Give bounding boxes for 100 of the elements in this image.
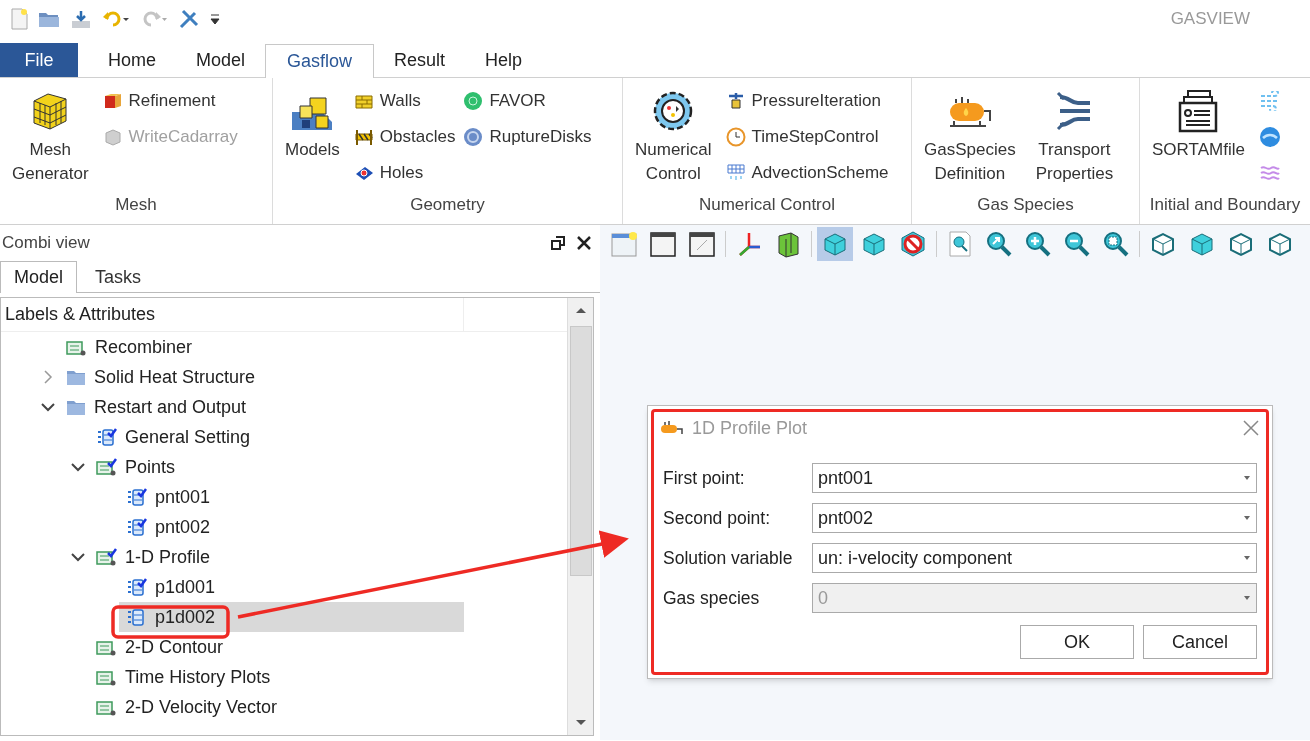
field-label: Second point: [663,506,772,530]
ribbon-tab[interactable]: Gasflow [265,44,375,78]
ribbon-button[interactable]: PressureIteration [725,86,889,116]
list-icon [126,607,147,627]
window-icon [610,230,638,258]
clock-icon [725,127,746,147]
wireframe-cube-icon [1266,230,1294,258]
wireframe-cube-icon [1227,230,1255,258]
ribbon-button[interactable]: Numerical Control [629,84,718,192]
ribbon-button[interactable]: Holes [353,158,456,188]
tree-item[interactable]: Recombiner [59,332,193,362]
ribbon-button[interactable]: SORTAMfile [1146,84,1251,192]
dropdown-caret-icon [1243,595,1251,601]
ribbon-group-label: Geometry [409,194,486,216]
no-entry-icon [899,230,927,258]
ribbon-group-label: Mesh [114,194,158,216]
customize-caret-icon[interactable] [210,13,220,25]
tree-item[interactable]: Restart and Output [59,392,247,422]
sphere-icon[interactable] [1258,126,1281,148]
ribbon-button[interactable]: Walls [353,86,456,116]
zoom-page-icon [946,230,974,258]
ribbon-tab[interactable]: Model [176,43,266,77]
dialog-button[interactable]: OK [1020,625,1134,659]
ribbon-tab[interactable]: Home [88,43,176,77]
barrier-icon [353,128,374,146]
dropdown-caret-icon [1243,515,1251,521]
ribbon-button[interactable]: Refinement [102,86,238,116]
checked-list-icon [96,547,117,567]
dropdown-caret-icon [1243,555,1251,561]
card-stack-icon [1178,89,1219,133]
ribbon-button[interactable]: RuptureDisks [463,122,592,152]
window-icon [649,230,677,258]
ring-disc-icon [463,127,484,147]
tree-item[interactable]: General Setting [89,422,251,452]
ribbon-group-label: Numerical Control [697,194,836,216]
window-icon [688,230,716,258]
checked-list-icon [126,577,147,597]
dialog-button[interactable]: Cancel [1143,625,1257,659]
checked-list-icon [126,487,147,507]
ribbon-button[interactable]: Models [279,84,346,192]
tree-item[interactable]: pnt002 [119,512,211,542]
column-header: Labels & Attributes [1,298,464,331]
panel-title: Combi view [2,232,90,255]
wavy-lines-icon[interactable] [1258,164,1281,182]
close-icon[interactable] [576,235,592,251]
tree-item[interactable]: Points [89,452,176,482]
ribbon-button[interactable]: AdvectionScheme [725,158,889,188]
panel-tab[interactable]: Model [0,261,78,293]
ribbon-button[interactable]: GasSpecies Definition [918,84,1022,192]
grid-sprinkler-icon [725,163,746,183]
app-title: GASVIEW [1170,8,1250,31]
zoom-out-icon [1063,230,1091,258]
tree-item[interactable]: 2-D Velocity Vector [89,692,278,722]
collapse-chevron-icon[interactable] [71,550,85,564]
file-menu-tab[interactable]: File [0,43,78,77]
save-icon[interactable] [70,9,92,29]
dropdown-field[interactable]: pnt002 [812,503,1257,533]
ribbon-button[interactable]: Transport Properties [1029,84,1120,192]
panel-tab[interactable]: Tasks [77,262,160,292]
zoom-icon [985,230,1013,258]
tree-item[interactable]: Solid Heat Structure [59,362,256,392]
wireframe-cube-icon [1149,230,1177,258]
dropdown-caret-icon [1243,475,1251,481]
ribbon-group-label: Initial and Boundary [1148,194,1302,216]
dropdown-field[interactable]: pnt001 [812,463,1257,493]
tree-item[interactable]: p1d001 [119,572,216,602]
cube-icon [102,128,123,146]
field-label: First point: [663,466,746,490]
tree-item[interactable]: Time History Plots [89,662,271,692]
folder-icon [66,368,86,386]
checked-list-icon [96,457,117,477]
dialog-title: 1D Profile Plot [692,416,808,440]
folder-icon [66,398,86,416]
tree-item[interactable]: 1-D Profile [89,542,211,572]
ribbon-button[interactable]: Mesh Generator [6,84,95,192]
collapse-chevron-icon[interactable] [71,460,85,474]
gas-tank-icon [660,420,684,436]
ribbon-tab[interactable]: Result [374,43,466,77]
checked-list-icon [96,427,117,447]
dropdown-field[interactable]: un: i-velocity component [812,543,1257,573]
ribbon-group-label: Gas Species [976,194,1075,216]
collapse-chevron-icon[interactable] [41,400,55,414]
radar-disc-icon [463,91,484,111]
brick-wall-icon [353,92,374,110]
ribbon-button[interactable]: TimeStepControl [725,122,889,152]
field-label: Solution variable [663,546,794,570]
zoom-in-icon [1024,230,1052,258]
field-label: Gas species [663,586,761,610]
zoom-box-icon [1102,230,1130,258]
ribbon-button[interactable]: Obstacles [353,122,456,152]
tree-item[interactable]: 2-D Contour [89,632,224,662]
expand-chevron-icon[interactable] [41,370,55,384]
ribbon-button[interactable]: FAVOR [463,86,592,116]
checked-list-icon [126,517,147,537]
scrollbar[interactable] [567,298,593,735]
tree-item[interactable]: p1d002 [119,602,464,632]
restore-icon[interactable] [550,235,566,251]
tree-item[interactable]: pnt001 [119,482,211,512]
block-icon [102,92,123,110]
ribbon-tab[interactable]: Help [465,43,543,77]
